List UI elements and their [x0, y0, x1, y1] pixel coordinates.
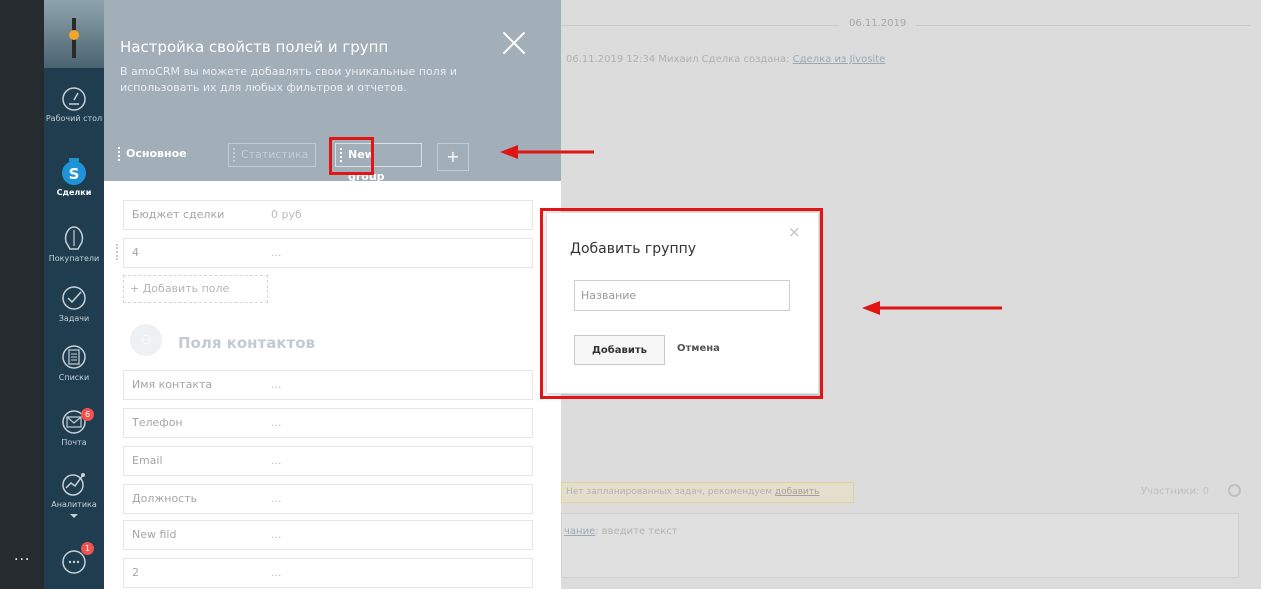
sidebar-item-label: Сделки	[56, 188, 92, 197]
sidebar-item-deals[interactable]: S Сделки	[44, 158, 104, 197]
no-tasks-text: Нет запланированных задач, рекомендуем	[566, 487, 775, 497]
contacts-section-title: Поля контактов	[130, 326, 315, 360]
feed-event-link[interactable]: Сделка из Jivosite	[793, 54, 886, 65]
field-row[interactable]: New fild...	[123, 520, 533, 550]
chat-count-badge: 1	[81, 542, 94, 555]
outer-strip: ...	[0, 0, 44, 589]
sidebar-item-label: Задачи	[58, 314, 90, 323]
field-row[interactable]: 2...	[123, 558, 533, 588]
tab-statistics[interactable]: Статистика	[228, 143, 316, 167]
analytics-icon	[62, 473, 85, 496]
field-value: ...	[271, 416, 282, 429]
sidebar: Рабочий стол S Сделки Покупатели Задачи …	[44, 0, 104, 589]
chevron-down-icon[interactable]	[69, 513, 79, 519]
field-name: Email	[132, 454, 163, 467]
field-value: ...	[271, 528, 282, 541]
field-value: ...	[271, 454, 282, 467]
field-row[interactable]: 4...	[123, 238, 533, 268]
drag-handle-icon[interactable]	[116, 244, 118, 260]
field-name: Должность	[132, 492, 198, 505]
close-icon[interactable]	[499, 28, 529, 58]
no-tasks-notice: Нет запланированных задач, рекомендуем д…	[561, 482, 854, 503]
field-value: 0 руб	[271, 208, 302, 221]
mail-count-badge: 6	[81, 408, 94, 421]
field-name: 2	[132, 566, 139, 579]
fields-settings-panel: Настройка свойств полей и групп В amoCRM…	[104, 0, 561, 589]
add-group-button[interactable]: +	[437, 143, 469, 171]
contacts-title-text: Поля контактов	[178, 334, 316, 352]
panel-title: Настройка свойств полей и групп	[120, 38, 389, 56]
sidebar-item-label: Рабочий стол	[45, 114, 103, 123]
tab-label: Статистика	[241, 148, 309, 161]
sidebar-item-mail[interactable]: Почта	[44, 408, 104, 447]
sidebar-item-label: Аналитика	[51, 500, 97, 509]
field-name: New fild	[132, 528, 177, 541]
panel-description: В amoCRM вы можете добавлять свои уникал…	[120, 65, 457, 94]
note-placeholder: : введите текст	[595, 526, 678, 537]
arrow-left-icon	[500, 145, 594, 159]
add-task-link[interactable]: добавить	[775, 487, 820, 497]
customers-icon	[64, 226, 84, 250]
lists-icon	[62, 345, 86, 369]
sidebar-item-chat[interactable]	[44, 548, 104, 578]
deals-dollar-icon: S	[62, 158, 86, 185]
logo-flame	[69, 30, 79, 40]
eye-icon[interactable]	[1228, 484, 1241, 497]
field-row[interactable]: Email...	[123, 446, 533, 476]
grip-icon[interactable]	[118, 147, 120, 161]
note-type-link[interactable]: чание	[564, 526, 595, 537]
sidebar-item-label: Почта	[61, 438, 87, 447]
field-name: Телефон	[132, 416, 183, 429]
note-input[interactable]: чание: введите текст	[561, 513, 1239, 578]
field-name: Имя контакта	[132, 378, 213, 391]
add-group-highlight	[329, 137, 374, 175]
field-row[interactable]: Бюджет сделки 0 руб	[123, 200, 533, 230]
field-value: ...	[271, 378, 282, 391]
field-row[interactable]: Должность...	[123, 484, 533, 514]
tasks-check-icon	[62, 286, 86, 310]
sidebar-item-dashboard[interactable]: Рабочий стол	[44, 86, 104, 123]
sidebar-item-tasks[interactable]: Задачи	[44, 284, 104, 323]
dashboard-gauge-icon	[62, 87, 86, 111]
tab-main[interactable]: Основное	[114, 143, 209, 167]
svg-text:S: S	[69, 165, 80, 183]
feed-event-text: 06.11.2019 12:34 Михаил Сделка создана:	[566, 54, 793, 65]
sidebar-item-label: Списки	[58, 373, 90, 382]
more-icon[interactable]: ...	[14, 548, 30, 564]
account-logo[interactable]	[44, 0, 104, 68]
field-name: Бюджет сделки	[132, 208, 225, 221]
field-value: ...	[271, 492, 282, 505]
members-count: Участники: 0	[1141, 486, 1209, 497]
grip-icon[interactable]	[233, 148, 235, 162]
arrow-left-icon	[862, 301, 1002, 315]
sidebar-item-label: Покупатели	[48, 254, 100, 263]
field-value: ...	[271, 566, 282, 579]
sidebar-item-analytics[interactable]: Аналитика	[44, 470, 104, 521]
dialog-highlight	[540, 208, 823, 399]
feed-event: 06.11.2019 12:34 Михаил Сделка создана: …	[566, 54, 885, 65]
tab-label: Основное	[126, 147, 187, 160]
field-name: 4	[132, 246, 139, 259]
feed-date: 06.11.2019	[839, 18, 917, 29]
add-field-button[interactable]: + Добавить поле	[123, 275, 268, 303]
field-value: ...	[271, 246, 282, 259]
field-row[interactable]: Телефон...	[123, 408, 533, 438]
sidebar-item-lists[interactable]: Списки	[44, 343, 104, 382]
sidebar-item-customers[interactable]: Покупатели	[44, 224, 104, 263]
field-row[interactable]: Имя контакта...	[123, 370, 533, 400]
